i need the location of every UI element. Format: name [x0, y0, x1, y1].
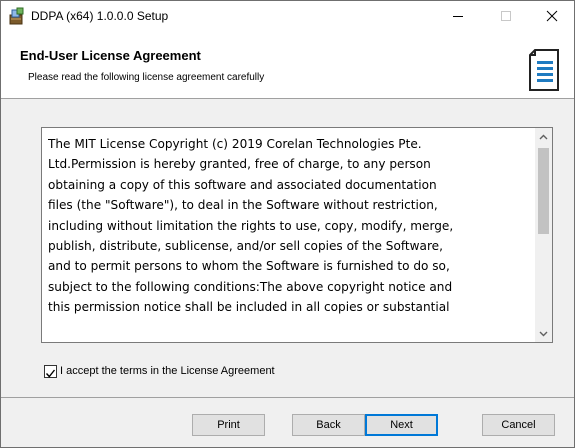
setup-window: DDPA (x64) 1.0.0.0 Setup End-User Licens… [0, 0, 575, 448]
window-title: DDPA (x64) 1.0.0.0 Setup [31, 9, 169, 23]
scroll-up-button[interactable] [535, 128, 552, 145]
scroll-down-button[interactable] [535, 325, 552, 342]
next-button[interactable]: Next [365, 414, 438, 436]
maximize-icon [501, 11, 511, 21]
license-text: The MIT License Copyright (c) 2019 Corel… [48, 137, 454, 315]
page-subtitle: Please read the following license agreem… [28, 72, 265, 83]
close-icon [546, 10, 558, 22]
scroll-thumb[interactable] [538, 148, 549, 234]
title-bar[interactable]: DDPA (x64) 1.0.0.0 Setup [1, 1, 574, 31]
license-scrollbar[interactable] [535, 128, 552, 342]
page-title: End-User License Agreement [20, 48, 201, 63]
cancel-button[interactable]: Cancel [482, 414, 555, 436]
maximize-button [483, 1, 529, 31]
minimize-icon [453, 16, 463, 17]
minimize-button[interactable] [435, 1, 481, 31]
chevron-up-icon [539, 134, 548, 139]
close-button[interactable] [529, 1, 575, 31]
back-button[interactable]: Back [292, 414, 365, 436]
accept-terms-row[interactable]: I accept the terms in the License Agreem… [44, 363, 275, 379]
chevron-down-icon [539, 331, 548, 336]
footer-divider [1, 397, 574, 398]
installer-app-icon [8, 7, 26, 25]
page-header: End-User License Agreement Please read t… [1, 31, 574, 99]
document-logo-icon [529, 49, 559, 91]
license-text-box[interactable]: The MIT License Copyright (c) 2019 Corel… [41, 127, 553, 343]
print-button[interactable]: Print [192, 414, 265, 436]
accept-terms-label[interactable]: I accept the terms in the License Agreem… [60, 365, 275, 377]
checkmark-icon [45, 369, 56, 378]
accept-terms-checkbox[interactable] [44, 364, 57, 378]
